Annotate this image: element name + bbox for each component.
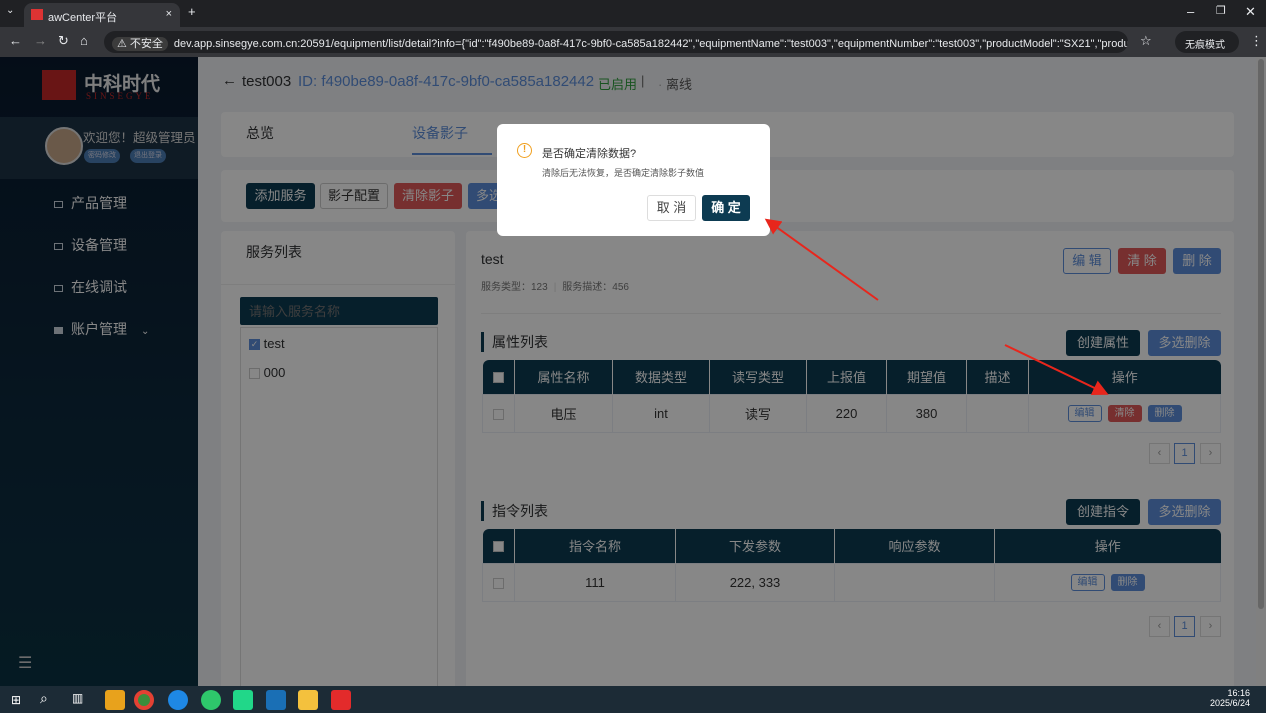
app-page: 中科时代 SINSEGYE 欢迎您！超级管理员 密码修改 退出登录 产品管理 设… (0, 57, 1266, 686)
windows-start-icon[interactable]: ⊞ (11, 693, 21, 707)
reload-icon[interactable]: ↻ (58, 33, 69, 49)
file-explorer-icon[interactable] (298, 690, 318, 710)
search-icon[interactable]: ⌕ (40, 690, 48, 707)
wps-icon[interactable] (331, 690, 351, 710)
back-icon[interactable]: ← (9, 33, 22, 48)
url-input[interactable]: ⚠ 不安全 dev.app.sinsegye.com.cn:20591/equip… (104, 31, 1128, 53)
tab-list-button[interactable]: ⌄ (6, 5, 14, 16)
red-arrow-icon (1004, 344, 1109, 396)
pycharm-icon[interactable] (233, 690, 253, 710)
edge-icon[interactable] (168, 690, 188, 710)
security-badge[interactable]: ⚠ 不安全 (112, 37, 168, 51)
home-icon[interactable]: ⌂ (80, 33, 88, 48)
chrome-icon[interactable] (134, 690, 154, 710)
forward-icon[interactable]: → (34, 33, 47, 48)
menu-icon[interactable]: ⋮ (1250, 33, 1263, 49)
app-icon[interactable] (266, 690, 286, 710)
clock[interactable]: 16:16 2025/6/24 (1210, 688, 1250, 708)
taskbar: ⊞ ⌕ ▥ 16:16 2025/6/24 (0, 686, 1266, 713)
wechat-icon[interactable] (201, 690, 221, 710)
close-window-icon[interactable]: ✕ (1245, 4, 1256, 20)
minimize-icon[interactable]: – (1187, 4, 1194, 19)
new-tab-button[interactable]: + (188, 4, 196, 19)
sublime-icon[interactable] (105, 690, 125, 710)
incognito-badge[interactable]: 无痕模式 (1175, 31, 1239, 53)
browser-tab-bar: ⌄ awCenter平台 × + – ❐ ✕ (0, 0, 1266, 27)
close-tab-icon[interactable]: × (166, 8, 172, 20)
url-text: dev.app.sinsegye.com.cn:20591/equipment/… (173, 38, 1128, 50)
tab-title: awCenter平台 (48, 12, 118, 24)
red-arrow-icon (764, 218, 879, 301)
restore-icon[interactable]: ❐ (1216, 4, 1226, 17)
annotation-arrows (764, 218, 1109, 396)
browser-tab[interactable]: awCenter平台 × (24, 3, 180, 27)
favicon-icon (31, 9, 43, 20)
task-view-icon[interactable]: ▥ (72, 691, 83, 705)
bookmark-star-icon[interactable]: ☆ (1140, 33, 1152, 49)
